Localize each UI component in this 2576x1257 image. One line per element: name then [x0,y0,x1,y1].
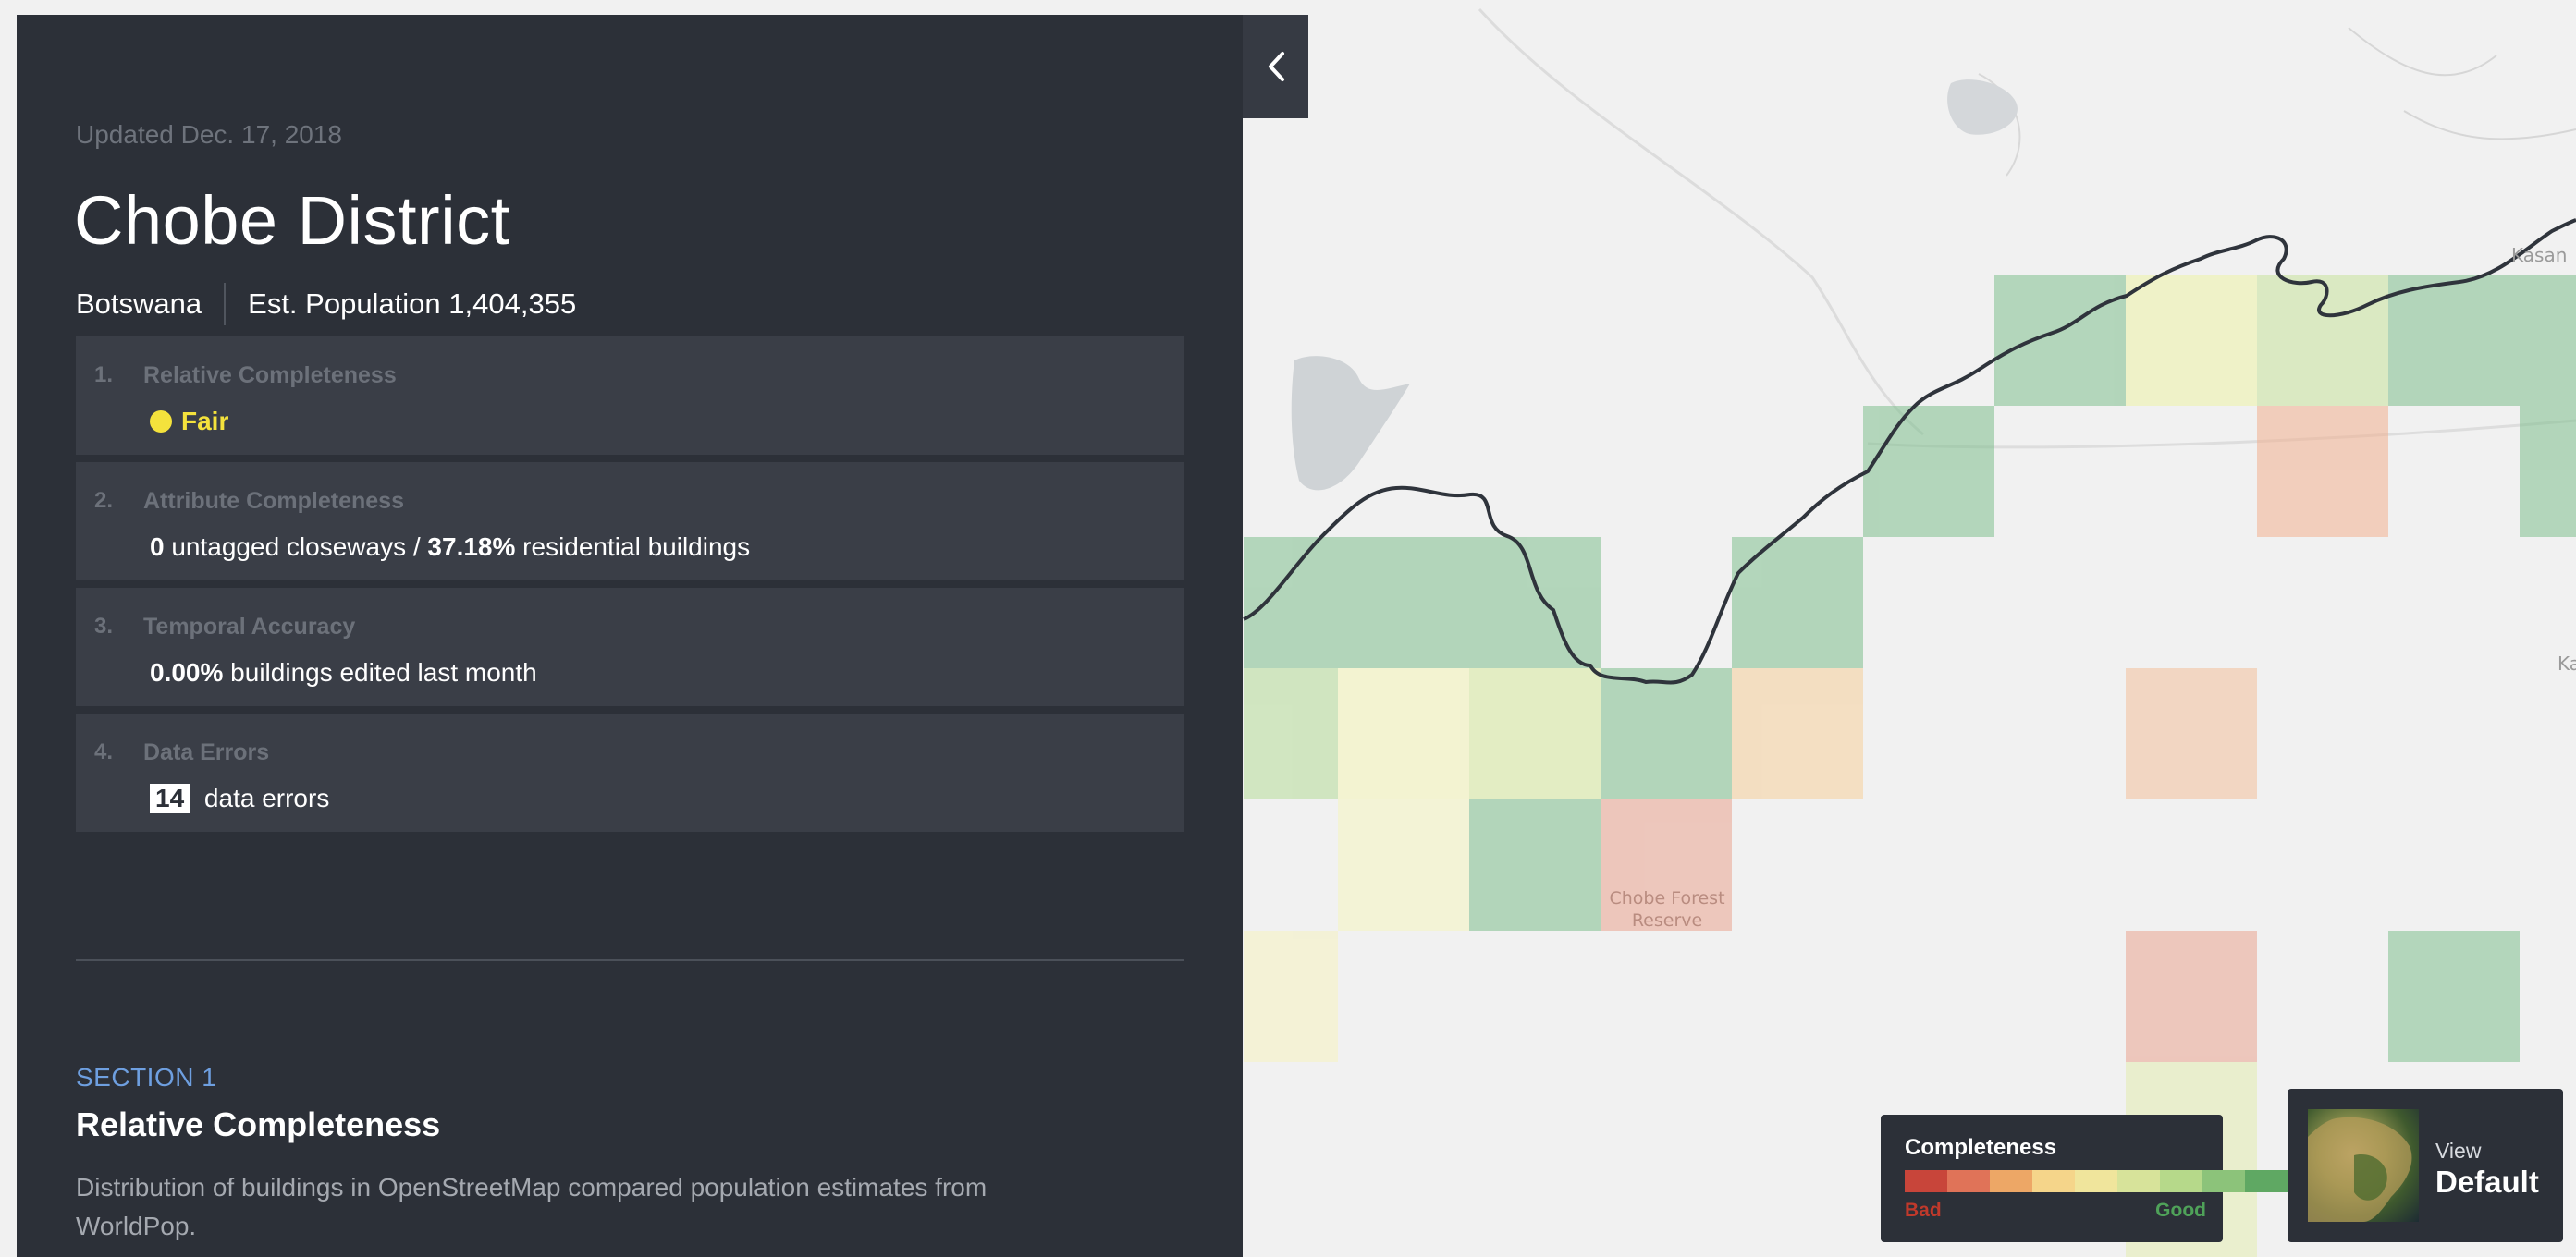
grid-cell[interactable] [1732,668,1863,799]
grid-cell[interactable] [1732,537,1863,668]
legend-swatch [1947,1170,1990,1192]
card-title: Relative Completeness [143,362,397,388]
africa-map-thumbnail-icon [2308,1117,2412,1222]
map-label-kasane: Kasan [2511,244,2568,266]
grid-cell[interactable] [1244,668,1338,799]
status-dot-icon [150,410,172,433]
completeness-legend: Completeness Bad Good [1881,1115,2288,1242]
grid-cell[interactable] [1601,668,1732,799]
status-text: Fair [181,407,229,435]
error-count-badge: 14 [150,784,190,813]
map-label-ka: Ka [2558,653,2576,675]
card-title: Temporal Accuracy [143,614,356,640]
legend-swatch [2117,1170,2160,1192]
grid-cell[interactable] [1863,406,1994,537]
card-title: Data Errors [143,739,270,765]
legend-swatch [2245,1170,2288,1192]
view-thumbnail [2308,1109,2419,1222]
grid-cell[interactable] [2257,406,2388,537]
legend-good-label: Good [2155,1200,2206,1221]
population-text: Est. Population 1,404,355 [248,287,577,320]
card-value: 0 untagged closeways / 37.18% residentia… [150,532,750,562]
grid-cell[interactable] [1338,799,1469,931]
grid-cell[interactable] [2388,275,2520,406]
location-info: Botswana Est. Population 1,404,355 [76,281,576,327]
section-title: Relative Completeness [76,1105,441,1143]
metric-card-temporal-accuracy[interactable]: 3. Temporal Accuracy 0.00% buildings edi… [76,588,1184,706]
legend-bad-label: Bad [1905,1200,1942,1221]
card-number: 1. [94,362,114,387]
grid-cell[interactable] [1338,537,1469,668]
card-number: 2. [94,488,114,513]
grid-cell[interactable] [2520,275,2576,406]
card-title: Attribute Completeness [143,488,404,514]
grid-cell[interactable] [1244,537,1338,668]
grid-cell[interactable] [1469,537,1601,668]
updated-date: Updated Dec. 17, 2018 [76,120,342,149]
grid-cell[interactable] [2126,275,2257,406]
card-value: 0.00% buildings edited last month [150,658,537,688]
sidebar-panel: Updated Dec. 17, 2018 Chobe District Bot… [17,15,1243,1257]
residential-text: residential buildings [515,532,751,561]
view-label: View [2435,1139,2482,1163]
legend-swatch [2032,1170,2075,1192]
card-number: 3. [94,614,114,639]
grid-cell[interactable] [2126,668,2257,799]
edited-percent: 0.00% [150,658,224,687]
edited-text: buildings edited last month [223,658,537,687]
grid-cell[interactable] [1338,668,1469,799]
divider [224,283,227,325]
legend-swatch [1905,1170,1947,1192]
grid-cell[interactable] [2388,931,2520,1062]
card-value: Fair [150,407,228,436]
grid-cell[interactable] [2126,931,2257,1062]
grid-cell[interactable] [2257,275,2388,406]
legend-swatch [2075,1170,2117,1192]
legend-swatch [2202,1170,2245,1192]
view-switch-button[interactable]: View Default [2288,1089,2563,1242]
card-value: 14 data errors [150,784,329,813]
metric-card-attribute-completeness[interactable]: 2. Attribute Completeness 0 untagged clo… [76,462,1184,580]
grid-cell[interactable] [2520,406,2576,537]
untagged-count: 0 [150,532,165,561]
metric-card-data-errors[interactable]: 4. Data Errors 14 data errors [76,714,1184,832]
metric-cards: 1. Relative Completeness Fair 2. Attribu… [76,336,1184,839]
collapse-sidebar-button[interactable] [1243,15,1308,118]
residential-percent: 37.18% [427,532,516,561]
error-text: data errors [197,784,330,812]
page-title: Chobe District [74,182,510,259]
country-name: Botswana [76,287,202,320]
map-label-reserve: Chobe Forest Reserve [1609,888,1725,931]
legend-title: Completeness [1905,1135,2057,1160]
legend-swatch [2160,1170,2202,1192]
card-number: 4. [94,739,114,764]
grid-cell[interactable] [1994,275,2126,406]
section-label: SECTION 1 [76,1063,217,1092]
section-divider [76,959,1184,961]
chevron-left-icon [1268,52,1284,81]
section-description: Distribution of buildings in OpenStreetM… [76,1173,987,1240]
legend-swatch [1990,1170,2032,1192]
grid-cell[interactable] [1469,668,1601,799]
grid-cell[interactable] [1469,799,1601,931]
grid-cell[interactable] [1244,931,1338,1062]
legend-color-scale [1905,1170,2288,1192]
untagged-text: untagged closeways / [164,532,428,561]
view-value: Default [2435,1165,2539,1199]
metric-card-relative-completeness[interactable]: 1. Relative Completeness Fair [76,336,1184,455]
